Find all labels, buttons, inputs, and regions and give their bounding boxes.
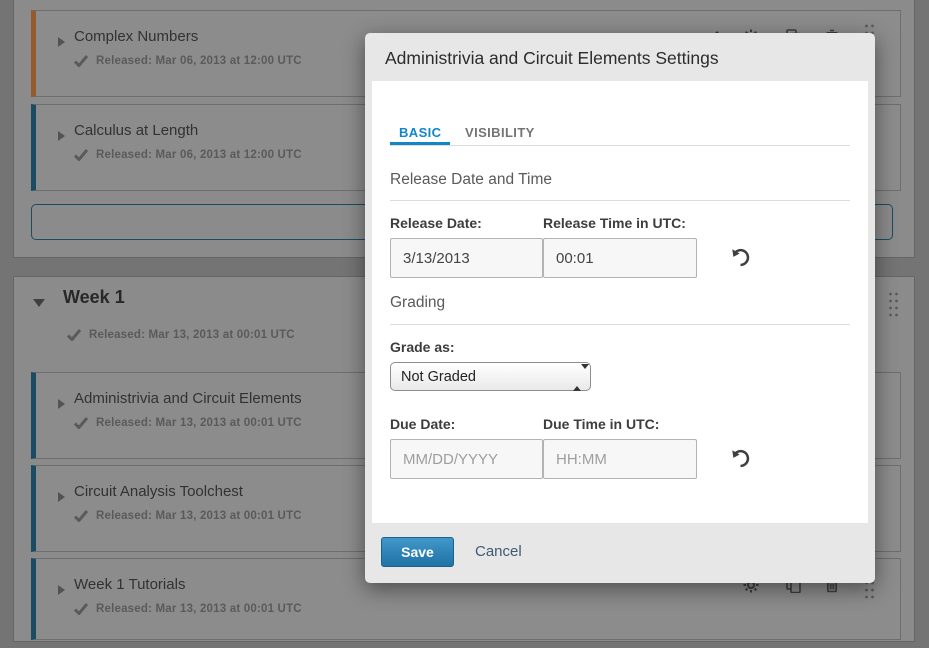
course-outline-page: Complex Numbers Released: Mar 06, 2013 a… <box>0 0 929 648</box>
cancel-button[interactable]: Cancel <box>475 537 522 567</box>
divider <box>390 200 850 201</box>
release-time-label: Release Time in UTC: <box>543 215 686 231</box>
release-date-label: Release Date: <box>390 215 482 231</box>
reset-release-icon[interactable] <box>729 247 751 269</box>
modal-title: Administrivia and Circuit Elements Setti… <box>385 33 719 81</box>
settings-modal: Administrivia and Circuit Elements Setti… <box>365 33 875 583</box>
due-time-label: Due Time in UTC: <box>543 416 659 432</box>
reset-due-icon[interactable] <box>729 448 751 470</box>
grade-as-label: Grade as: <box>390 339 455 355</box>
release-time-input[interactable] <box>543 238 697 278</box>
grade-as-select[interactable]: Not Graded <box>390 362 591 391</box>
due-date-input[interactable] <box>390 439 543 479</box>
release-section-heading: Release Date and Time <box>390 171 552 189</box>
release-date-input[interactable] <box>390 238 543 278</box>
save-button[interactable]: Save <box>381 537 454 567</box>
tab-divider <box>390 145 850 146</box>
tab-basic[interactable]: BASIC <box>399 125 441 140</box>
grading-section-heading: Grading <box>390 294 445 312</box>
due-date-label: Due Date: <box>390 416 455 432</box>
due-time-input[interactable] <box>543 439 697 479</box>
divider <box>390 324 850 325</box>
modal-body: BASIC VISIBILITY Release Date and Time R… <box>372 81 868 523</box>
tab-visibility[interactable]: VISIBILITY <box>465 125 535 140</box>
